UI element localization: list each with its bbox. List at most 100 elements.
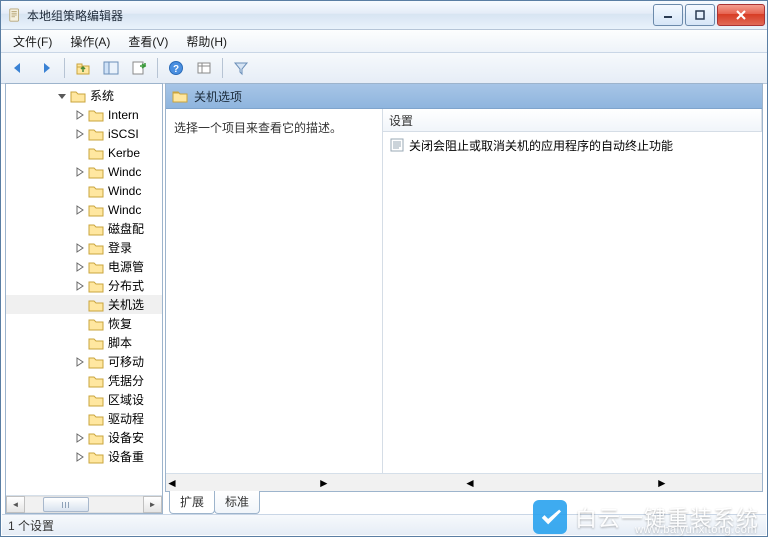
minimize-button[interactable] bbox=[653, 4, 683, 26]
scroll-track[interactable] bbox=[25, 496, 143, 513]
expand-spacer bbox=[74, 185, 86, 197]
tree-item[interactable]: 恢复 bbox=[6, 314, 162, 333]
tree-label: 设备安 bbox=[108, 429, 144, 446]
forward-button[interactable] bbox=[33, 55, 59, 81]
view-options-button[interactable] bbox=[191, 55, 217, 81]
tree-item[interactable]: Intern bbox=[6, 105, 162, 124]
tree-item[interactable]: 区域设 bbox=[6, 390, 162, 409]
setting-row[interactable]: 关闭会阻止或取消关机的应用程序的自动终止功能 bbox=[385, 136, 760, 154]
folder-icon bbox=[70, 89, 86, 103]
menu-action[interactable]: 操作(A) bbox=[62, 31, 118, 52]
folder-icon bbox=[88, 336, 104, 350]
scroll-left-arrow-icon[interactable]: ◄ bbox=[464, 476, 476, 490]
expand-spacer bbox=[74, 413, 86, 425]
folder-icon bbox=[88, 222, 104, 236]
tree-item[interactable]: 设备重 bbox=[6, 447, 162, 466]
folder-icon bbox=[88, 146, 104, 160]
tree-item[interactable]: 磁盘配 bbox=[6, 219, 162, 238]
scroll-left-arrow-icon[interactable]: ◄ bbox=[6, 496, 25, 513]
tree-item[interactable]: 可移动 bbox=[6, 352, 162, 371]
tree-root[interactable]: 系统 bbox=[6, 86, 162, 105]
tree-label: 登录 bbox=[108, 239, 132, 256]
tree-scroll[interactable]: 系统 Intern iSCSI Kerbe Windc Windc Windc 磁盘配登录电源… bbox=[6, 84, 162, 495]
right-pane-inner: 关机选项 选择一个项目来查看它的描述。 设置 关闭会阻止或取消关机的应用程序的自… bbox=[165, 83, 763, 492]
right-pane-body: 选择一个项目来查看它的描述。 设置 关闭会阻止或取消关机的应用程序的自动终止功能 bbox=[166, 109, 762, 473]
tree-label: 磁盘配 bbox=[108, 220, 144, 237]
scroll-right-arrow-icon[interactable]: ► bbox=[143, 496, 162, 513]
maximize-button[interactable] bbox=[685, 4, 715, 26]
expand-icon[interactable] bbox=[74, 432, 86, 444]
back-button[interactable] bbox=[5, 55, 31, 81]
column-setting[interactable]: 设置 bbox=[383, 109, 762, 131]
tree-item[interactable]: Kerbe bbox=[6, 143, 162, 162]
tab-extended[interactable]: 扩展 bbox=[169, 491, 215, 514]
tree-label: 系统 bbox=[90, 87, 114, 104]
scroll-thumb[interactable] bbox=[43, 497, 89, 512]
right-hscrollbar: ◄ ► ◄ ► bbox=[166, 473, 762, 491]
expand-spacer bbox=[74, 147, 86, 159]
scroll-left-arrow-icon[interactable]: ◄ bbox=[166, 476, 178, 490]
tree-label: 电源管 bbox=[108, 258, 144, 275]
right-pane-header: 关机选项 bbox=[166, 84, 762, 109]
tab-standard[interactable]: 标准 bbox=[214, 491, 260, 514]
expand-icon[interactable] bbox=[74, 128, 86, 140]
description-panel: 选择一个项目来查看它的描述。 bbox=[166, 109, 383, 473]
expand-icon[interactable] bbox=[74, 261, 86, 273]
folder-icon bbox=[88, 393, 104, 407]
status-text: 1 个设置 bbox=[8, 517, 54, 534]
expand-spacer bbox=[74, 223, 86, 235]
export-button[interactable] bbox=[126, 55, 152, 81]
settings-rows: 关闭会阻止或取消关机的应用程序的自动终止功能 bbox=[383, 132, 762, 473]
close-button[interactable] bbox=[717, 4, 765, 26]
tree-item[interactable]: Windc bbox=[6, 181, 162, 200]
expand-icon[interactable] bbox=[74, 451, 86, 463]
expand-icon[interactable] bbox=[74, 109, 86, 121]
scroll-right-arrow-icon[interactable]: ► bbox=[318, 476, 330, 490]
menu-file[interactable]: 文件(F) bbox=[5, 31, 60, 52]
folder-icon bbox=[88, 260, 104, 274]
tree-item[interactable]: 登录 bbox=[6, 238, 162, 257]
tree-item[interactable]: iSCSI bbox=[6, 124, 162, 143]
tree-label: 分布式 bbox=[108, 277, 144, 294]
expand-icon[interactable] bbox=[74, 204, 86, 216]
menu-help[interactable]: 帮助(H) bbox=[178, 31, 235, 52]
tree-item[interactable]: Windc bbox=[6, 200, 162, 219]
tree-label: Intern bbox=[108, 108, 139, 122]
help-button[interactable]: ? bbox=[163, 55, 189, 81]
folder-icon bbox=[88, 450, 104, 464]
tree-label: Kerbe bbox=[108, 146, 140, 160]
tree-label: 脚本 bbox=[108, 334, 132, 351]
toolbar-separator bbox=[222, 58, 223, 78]
expand-icon[interactable] bbox=[74, 242, 86, 254]
up-button[interactable] bbox=[70, 55, 96, 81]
tree-label: Windc bbox=[108, 165, 141, 179]
window: 本地组策略编辑器 文件(F) 操作(A) 查看(V) 帮助(H) ? 系统 Int… bbox=[0, 0, 768, 537]
expand-icon[interactable] bbox=[74, 280, 86, 292]
menubar: 文件(F) 操作(A) 查看(V) 帮助(H) bbox=[1, 30, 767, 53]
collapse-icon[interactable] bbox=[56, 90, 68, 102]
folder-icon bbox=[88, 241, 104, 255]
tree-item[interactable]: 关机选 bbox=[6, 295, 162, 314]
expand-spacer bbox=[74, 394, 86, 406]
tree-item[interactable]: 脚本 bbox=[6, 333, 162, 352]
expand-icon[interactable] bbox=[74, 356, 86, 368]
setting-label: 关闭会阻止或取消关机的应用程序的自动终止功能 bbox=[409, 137, 673, 154]
tree-item[interactable]: 电源管 bbox=[6, 257, 162, 276]
folder-icon bbox=[88, 108, 104, 122]
tree-item[interactable]: 凭据分 bbox=[6, 371, 162, 390]
filter-button[interactable] bbox=[228, 55, 254, 81]
menu-view[interactable]: 查看(V) bbox=[120, 31, 176, 52]
window-buttons bbox=[651, 4, 765, 26]
tree-item[interactable]: Windc bbox=[6, 162, 162, 181]
tree-item[interactable]: 分布式 bbox=[6, 276, 162, 295]
body: 系统 Intern iSCSI Kerbe Windc Windc Windc 磁盘配登录电源… bbox=[2, 83, 766, 514]
expand-icon[interactable] bbox=[74, 166, 86, 178]
tree-item[interactable]: 设备安 bbox=[6, 428, 162, 447]
scroll-right-arrow-icon[interactable]: ► bbox=[656, 476, 668, 490]
toggle-tree-button[interactable] bbox=[98, 55, 124, 81]
tree-hscrollbar[interactable]: ◄ ► bbox=[6, 495, 162, 513]
tree-item[interactable]: 驱动程 bbox=[6, 409, 162, 428]
window-title: 本地组策略编辑器 bbox=[27, 7, 651, 24]
folder-icon bbox=[172, 89, 188, 103]
tree-label: Windc bbox=[108, 203, 141, 217]
